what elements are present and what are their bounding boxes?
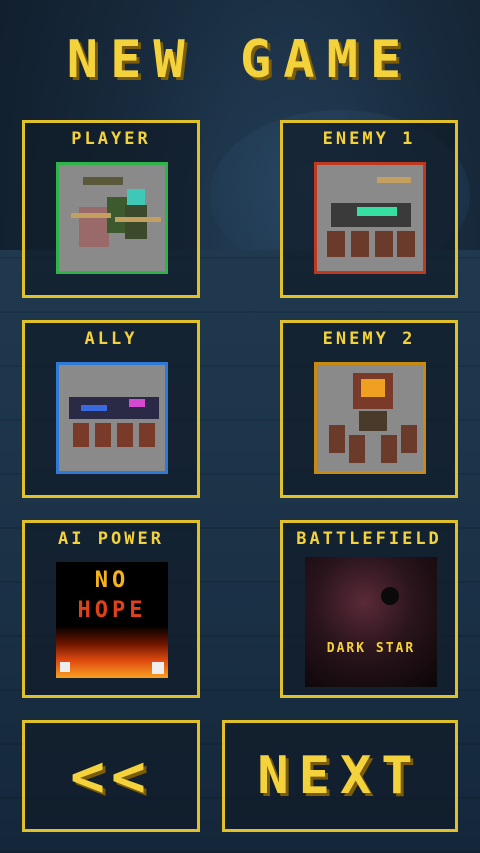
player-card-label: PLAYER	[71, 129, 151, 149]
enemy1-soldier-sprite	[397, 231, 415, 257]
dark-star-planet	[381, 587, 399, 605]
skull-icon	[152, 662, 164, 674]
battlefield-card-label: BATTLEFIELD	[296, 529, 442, 549]
back-button-label: <<	[70, 742, 152, 810]
ai-power-card[interactable]: AI POWER NO HOPE	[22, 520, 200, 698]
next-button[interactable]: NEXT	[222, 720, 458, 832]
ally-soldier-sprite	[117, 423, 133, 447]
enemy1-soldier-sprite	[327, 231, 345, 257]
enemy1-soldier-sprite	[375, 231, 393, 257]
enemy1-card[interactable]: ENEMY 1	[280, 120, 458, 298]
ai-power-text-line2: HOPE	[77, 598, 147, 623]
ally-soldier-sprite	[73, 423, 89, 447]
enemy2-soldier-sprite	[401, 425, 417, 453]
player-weapon-sprite	[83, 177, 123, 185]
ally-card[interactable]: ALLY	[22, 320, 200, 498]
player-soldier-sprite	[127, 189, 145, 205]
player-thumbnail	[56, 162, 168, 274]
ally-thumbnail	[56, 362, 168, 474]
ai-power-text-line1: NO	[94, 568, 130, 593]
ai-power-card-label: AI POWER	[58, 529, 164, 549]
ally-soldier-sprite	[139, 423, 155, 447]
enemy2-card[interactable]: ENEMY 2	[280, 320, 458, 498]
enemy2-soldier-sprite	[349, 435, 365, 463]
enemy2-robot-screen	[361, 379, 385, 397]
ally-soldier-sprite	[95, 423, 111, 447]
ally-vehicle-lights	[129, 399, 145, 407]
player-card[interactable]: PLAYER	[22, 120, 200, 298]
page-title: NEW GAME	[66, 30, 414, 90]
enemy2-robot-sprite	[359, 411, 387, 431]
back-button[interactable]: <<	[22, 720, 200, 832]
skull-icon	[60, 662, 70, 672]
enemy1-weapon-sprite	[377, 177, 411, 183]
battlefield-map-name: DARK STAR	[326, 641, 416, 656]
ai-power-thumbnail: NO HOPE	[56, 562, 168, 678]
player-weapon-sprite	[71, 213, 111, 218]
enemy1-thumbnail	[314, 162, 426, 274]
enemy2-card-label: ENEMY 2	[322, 329, 416, 349]
enemy1-vehicle-lights	[357, 207, 397, 216]
enemy2-thumbnail	[314, 362, 426, 474]
ally-vehicle-lights	[81, 405, 107, 411]
player-weapon-sprite	[115, 217, 161, 222]
battlefield-thumbnail: DARK STAR	[305, 557, 437, 687]
enemy1-soldier-sprite	[351, 231, 369, 257]
enemy2-soldier-sprite	[381, 435, 397, 463]
ally-card-label: ALLY	[84, 329, 138, 349]
enemy2-soldier-sprite	[329, 425, 345, 453]
player-soldier-sprite	[125, 205, 147, 239]
battlefield-card[interactable]: BATTLEFIELD DARK STAR	[280, 520, 458, 698]
enemy1-card-label: ENEMY 1	[322, 129, 416, 149]
next-button-label: NEXT	[257, 746, 423, 806]
